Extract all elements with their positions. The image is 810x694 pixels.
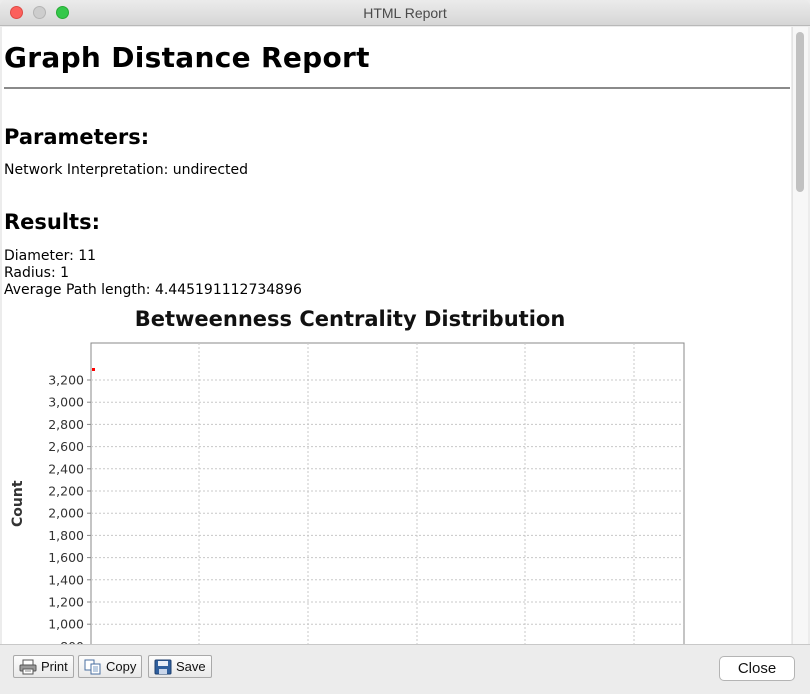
- y-tick-labels: 3,200 3,000 2,800 2,600 2,400 2,200 2,000 1,800…: [48, 373, 91, 644]
- save-label: Save: [176, 659, 206, 674]
- printer-icon: [19, 659, 37, 675]
- window-title: HTML Report: [363, 5, 447, 21]
- y-tick-label: 2,000: [48, 506, 84, 521]
- y-tick-label: 2,600: [48, 439, 84, 454]
- diameter-text: Diameter: 11: [4, 248, 97, 264]
- data-point: [92, 368, 95, 371]
- floppy-disk-icon: [154, 659, 172, 675]
- y-tick-label: 3,000: [48, 395, 84, 410]
- y-tick-label: 1,000: [48, 617, 84, 632]
- close-button[interactable]: Close: [719, 656, 795, 681]
- y-tick-label: 2,200: [48, 484, 84, 499]
- report-content[interactable]: Graph Distance Report Parameters: Networ…: [2, 27, 791, 644]
- radius-text: Radius: 1: [4, 265, 70, 281]
- copy-icon: [84, 659, 102, 675]
- scrollbar-thumb[interactable]: [796, 32, 804, 192]
- y-tick-label: 1,400: [48, 572, 84, 587]
- copy-button[interactable]: Copy: [78, 655, 143, 678]
- results-heading: Results:: [4, 210, 100, 234]
- report-window: HTML Report Graph Distance Report Parame…: [0, 0, 810, 694]
- y-tick-label: 1,200: [48, 595, 84, 610]
- report-title: Graph Distance Report: [4, 41, 370, 74]
- network-interpretation-text: Network Interpretation: undirected: [4, 162, 249, 178]
- vertical-scrollbar[interactable]: [792, 27, 808, 644]
- copy-label: Copy: [106, 659, 137, 674]
- title-divider: [4, 87, 790, 89]
- parameters-heading: Parameters:: [4, 125, 150, 149]
- average-path-length-text: Average Path length: 4.445191112734896: [4, 282, 302, 298]
- print-button[interactable]: Print: [13, 655, 74, 678]
- y-tick-label: 3,200: [48, 373, 84, 388]
- save-button[interactable]: Save: [148, 655, 212, 678]
- y-tick-label: 2,800: [48, 417, 84, 432]
- print-label: Print: [41, 659, 68, 674]
- plot-area: [90, 342, 685, 644]
- bottom-toolbar: Print Copy Save Close: [0, 644, 810, 694]
- y-tick-label: 2,400: [48, 461, 84, 476]
- title-bar: HTML Report: [0, 0, 810, 26]
- y-tick-label: 1,800: [48, 528, 84, 543]
- data-points: [92, 368, 95, 371]
- y-tick-label: 1,600: [48, 550, 84, 565]
- betweenness-chart: 3,200 3,000 2,800 2,600 2,400 2,200 2,000 1,800…: [48, 342, 685, 644]
